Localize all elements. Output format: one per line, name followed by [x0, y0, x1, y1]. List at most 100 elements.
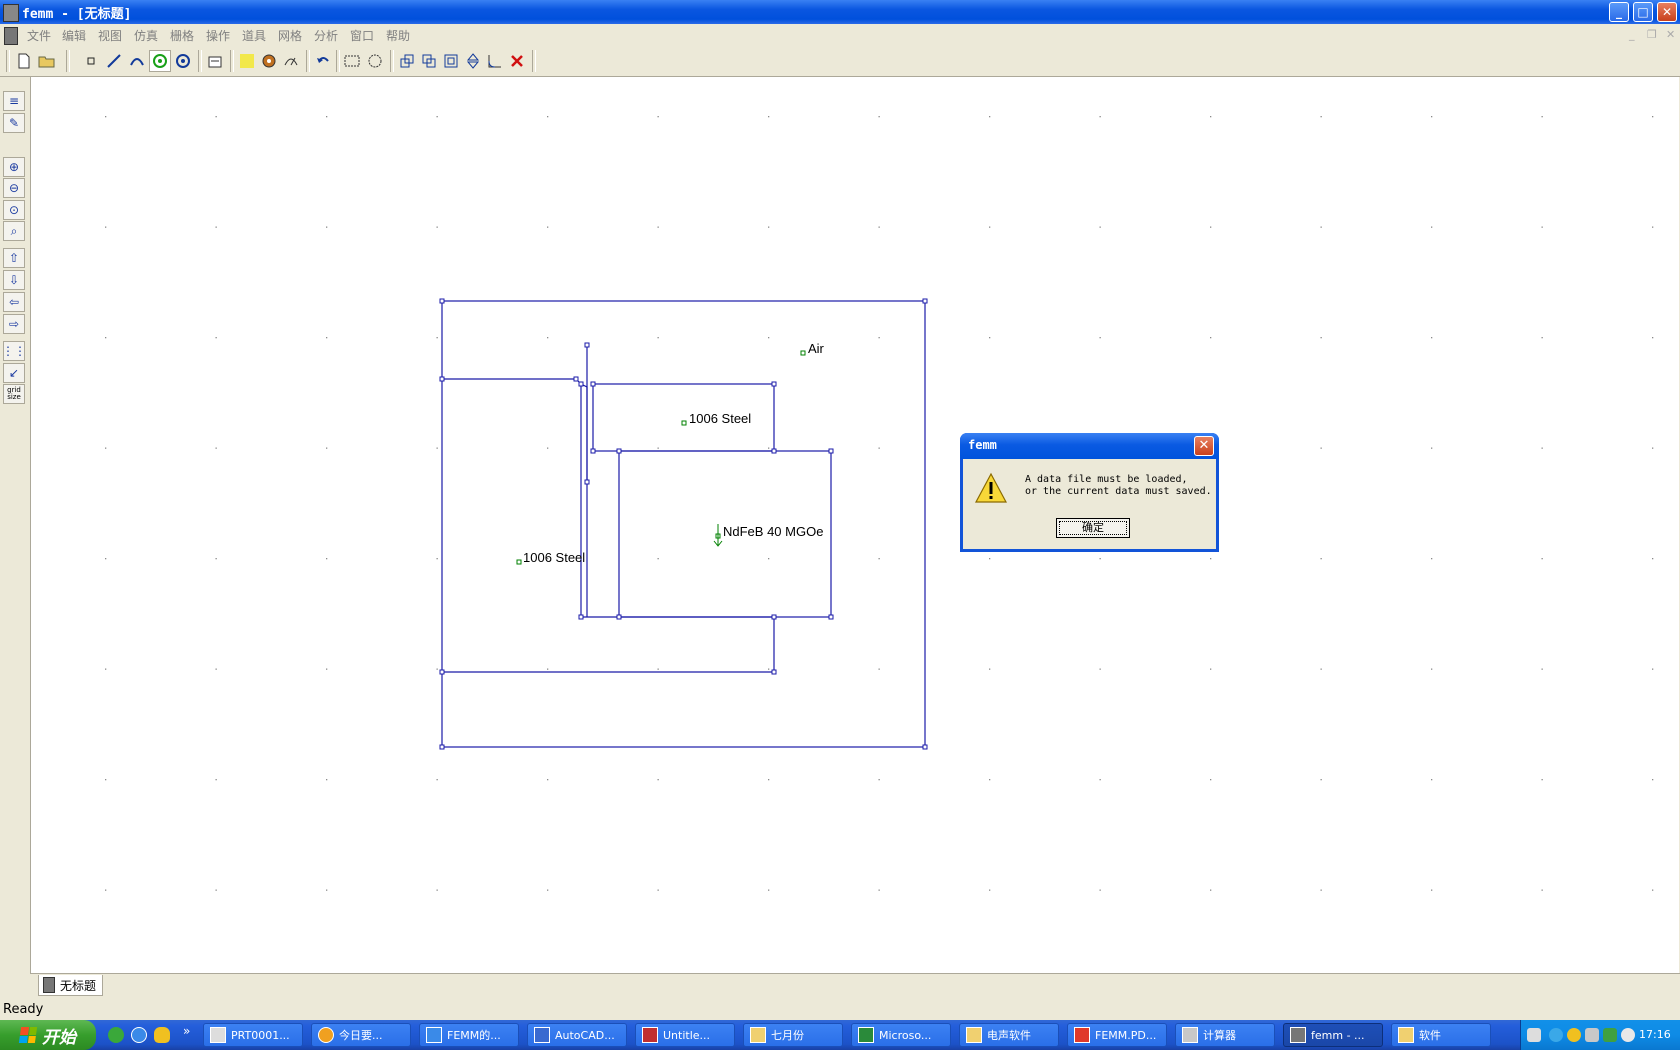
arc-mode-icon[interactable] [126, 50, 148, 72]
zoom-in-icon[interactable]: ⊕ [3, 157, 25, 177]
menu-operation[interactable]: 操作 [206, 27, 230, 44]
task-button-active[interactable]: femm - ... [1283, 1023, 1383, 1047]
femm-app-icon[interactable] [3, 4, 19, 22]
task-button[interactable]: 电声软件 [959, 1023, 1059, 1047]
network-icon[interactable] [1549, 1028, 1563, 1042]
mdi-close-icon[interactable]: ✕ [1666, 28, 1675, 41]
task-button[interactable]: AutoCAD... [527, 1023, 627, 1047]
quicklaunch-k-icon[interactable] [131, 1027, 147, 1043]
menu-file[interactable]: 文件 [27, 27, 51, 44]
mdi-minimize-icon[interactable]: _ [1629, 28, 1635, 41]
edit-icon[interactable]: ✎ [3, 113, 25, 133]
select-box-icon[interactable] [341, 50, 363, 72]
minimize-button[interactable]: _ [1609, 2, 1629, 22]
label-steel-left: 1006 Steel [523, 550, 585, 565]
steel-slot [580, 383, 588, 617]
dialog-close-icon[interactable]: ✕ [1194, 436, 1214, 456]
left-toolbar: ≡ ✎ ⊕ ⊖ ⊙ ⌕ ⇧ ⇩ ⇦ ⇨ ⋮⋮ ↙ grid size [0, 77, 31, 974]
toolbar-separator [336, 50, 340, 72]
clock[interactable]: 17:16 [1639, 1028, 1671, 1041]
chrome-icon [318, 1027, 334, 1043]
menu-view[interactable]: 视图 [98, 27, 122, 44]
task-button[interactable]: 今日要... [311, 1023, 411, 1047]
folder-icon [1398, 1027, 1414, 1043]
task-button[interactable]: FEMM.PD... [1067, 1023, 1167, 1047]
quicklaunch-qq-icon[interactable] [154, 1027, 170, 1043]
autocad-icon [534, 1027, 550, 1043]
new-file-icon[interactable] [13, 50, 35, 72]
menu-mesh[interactable]: 网格 [278, 27, 302, 44]
task-button[interactable]: 七月份 [743, 1023, 843, 1047]
monitor-icon[interactable] [1585, 1028, 1599, 1042]
select-circle-icon[interactable] [364, 50, 386, 72]
copy-icon[interactable] [418, 50, 440, 72]
drawing-canvas[interactable]: Air 1006 Steel 1006 Steel NdFeB 40 MGOe [31, 77, 1679, 973]
menu-edit[interactable]: 编辑 [62, 27, 86, 44]
mirror-icon[interactable] [462, 50, 484, 72]
fillet-icon[interactable] [484, 50, 506, 72]
mesh-icon[interactable] [236, 50, 258, 72]
qq-tray-icon[interactable] [1567, 1028, 1581, 1042]
pan-up-icon[interactable]: ⇧ [3, 248, 25, 268]
menu-window[interactable]: 窗口 [350, 27, 374, 44]
task-button[interactable]: 软件 [1391, 1023, 1491, 1047]
snap-grid-icon[interactable]: ↙ [3, 363, 25, 383]
ime-icon[interactable] [1527, 1028, 1541, 1042]
task-button[interactable]: Microso... [851, 1023, 951, 1047]
group-mode-icon[interactable] [172, 50, 194, 72]
task-button[interactable]: PRT0001... [203, 1023, 303, 1047]
paint-icon [642, 1027, 658, 1043]
task-button[interactable]: 计算器 [1175, 1023, 1275, 1047]
document-tab[interactable]: 无标题 [38, 975, 104, 996]
move-icon[interactable] [396, 50, 418, 72]
magnetization-arrow-icon [713, 524, 723, 547]
status-text: Ready [3, 1002, 44, 1017]
femm-icon [1290, 1027, 1306, 1043]
quicklaunch-browser-icon[interactable] [108, 1027, 124, 1043]
pan-left-icon[interactable]: ⇦ [3, 292, 25, 312]
air-boundary [441, 300, 926, 748]
view-results-icon[interactable] [280, 50, 302, 72]
document-icon[interactable] [4, 27, 18, 45]
mdi-restore-icon[interactable]: ❐ [1647, 28, 1657, 41]
title-bar: femm - [无标题] _ □ ✕ [0, 0, 1680, 24]
volume-icon[interactable] [1621, 1028, 1635, 1042]
delete-icon[interactable] [506, 50, 528, 72]
list-icon[interactable]: ≡ [3, 91, 25, 111]
menu-simulate[interactable]: 仿真 [134, 27, 158, 44]
start-button[interactable]: 开始 [0, 1020, 96, 1050]
zoom-natural-icon[interactable]: ⊙ [3, 200, 25, 220]
maximize-button[interactable]: □ [1633, 2, 1653, 22]
ok-button[interactable]: 确定 [1056, 518, 1130, 538]
segment-mode-icon[interactable] [103, 50, 125, 72]
dialog-title: femm [968, 438, 997, 452]
scale-icon[interactable] [440, 50, 462, 72]
dialog-title-bar[interactable]: femm ✕ [960, 433, 1219, 459]
undo-icon[interactable] [312, 50, 334, 72]
run-analysis-icon[interactable] [258, 50, 280, 72]
document-tab-label: 无标题 [60, 978, 97, 993]
zoom-window-icon[interactable]: ⌕ [3, 221, 25, 241]
close-button[interactable]: ✕ [1657, 2, 1677, 22]
pan-right-icon[interactable]: ⇨ [3, 314, 25, 334]
folder-icon [750, 1027, 766, 1043]
open-folder-icon[interactable] [36, 50, 58, 72]
menu-help[interactable]: 帮助 [386, 27, 410, 44]
task-button[interactable]: Untitle... [635, 1023, 735, 1047]
toolbar-separator [230, 50, 234, 72]
menu-analysis[interactable]: 分析 [314, 27, 338, 44]
properties-icon[interactable] [204, 50, 226, 72]
node-mode-icon[interactable] [80, 50, 102, 72]
task-button[interactable]: FEMM的... [419, 1023, 519, 1047]
quicklaunch-overflow-icon[interactable]: » [183, 1024, 190, 1038]
security-shield-icon[interactable] [1603, 1028, 1617, 1042]
pan-down-icon[interactable]: ⇩ [3, 270, 25, 290]
menu-grid[interactable]: 栅格 [170, 27, 194, 44]
zoom-out-icon[interactable]: ⊖ [3, 178, 25, 198]
show-grid-icon[interactable]: ⋮⋮ [2, 341, 26, 361]
menu-props[interactable]: 道具 [242, 27, 266, 44]
block-label-mode-icon[interactable] [149, 50, 171, 72]
warning-icon [974, 472, 1008, 503]
grid-size-button[interactable]: grid size [3, 384, 25, 404]
toolbar-grip [6, 50, 10, 72]
